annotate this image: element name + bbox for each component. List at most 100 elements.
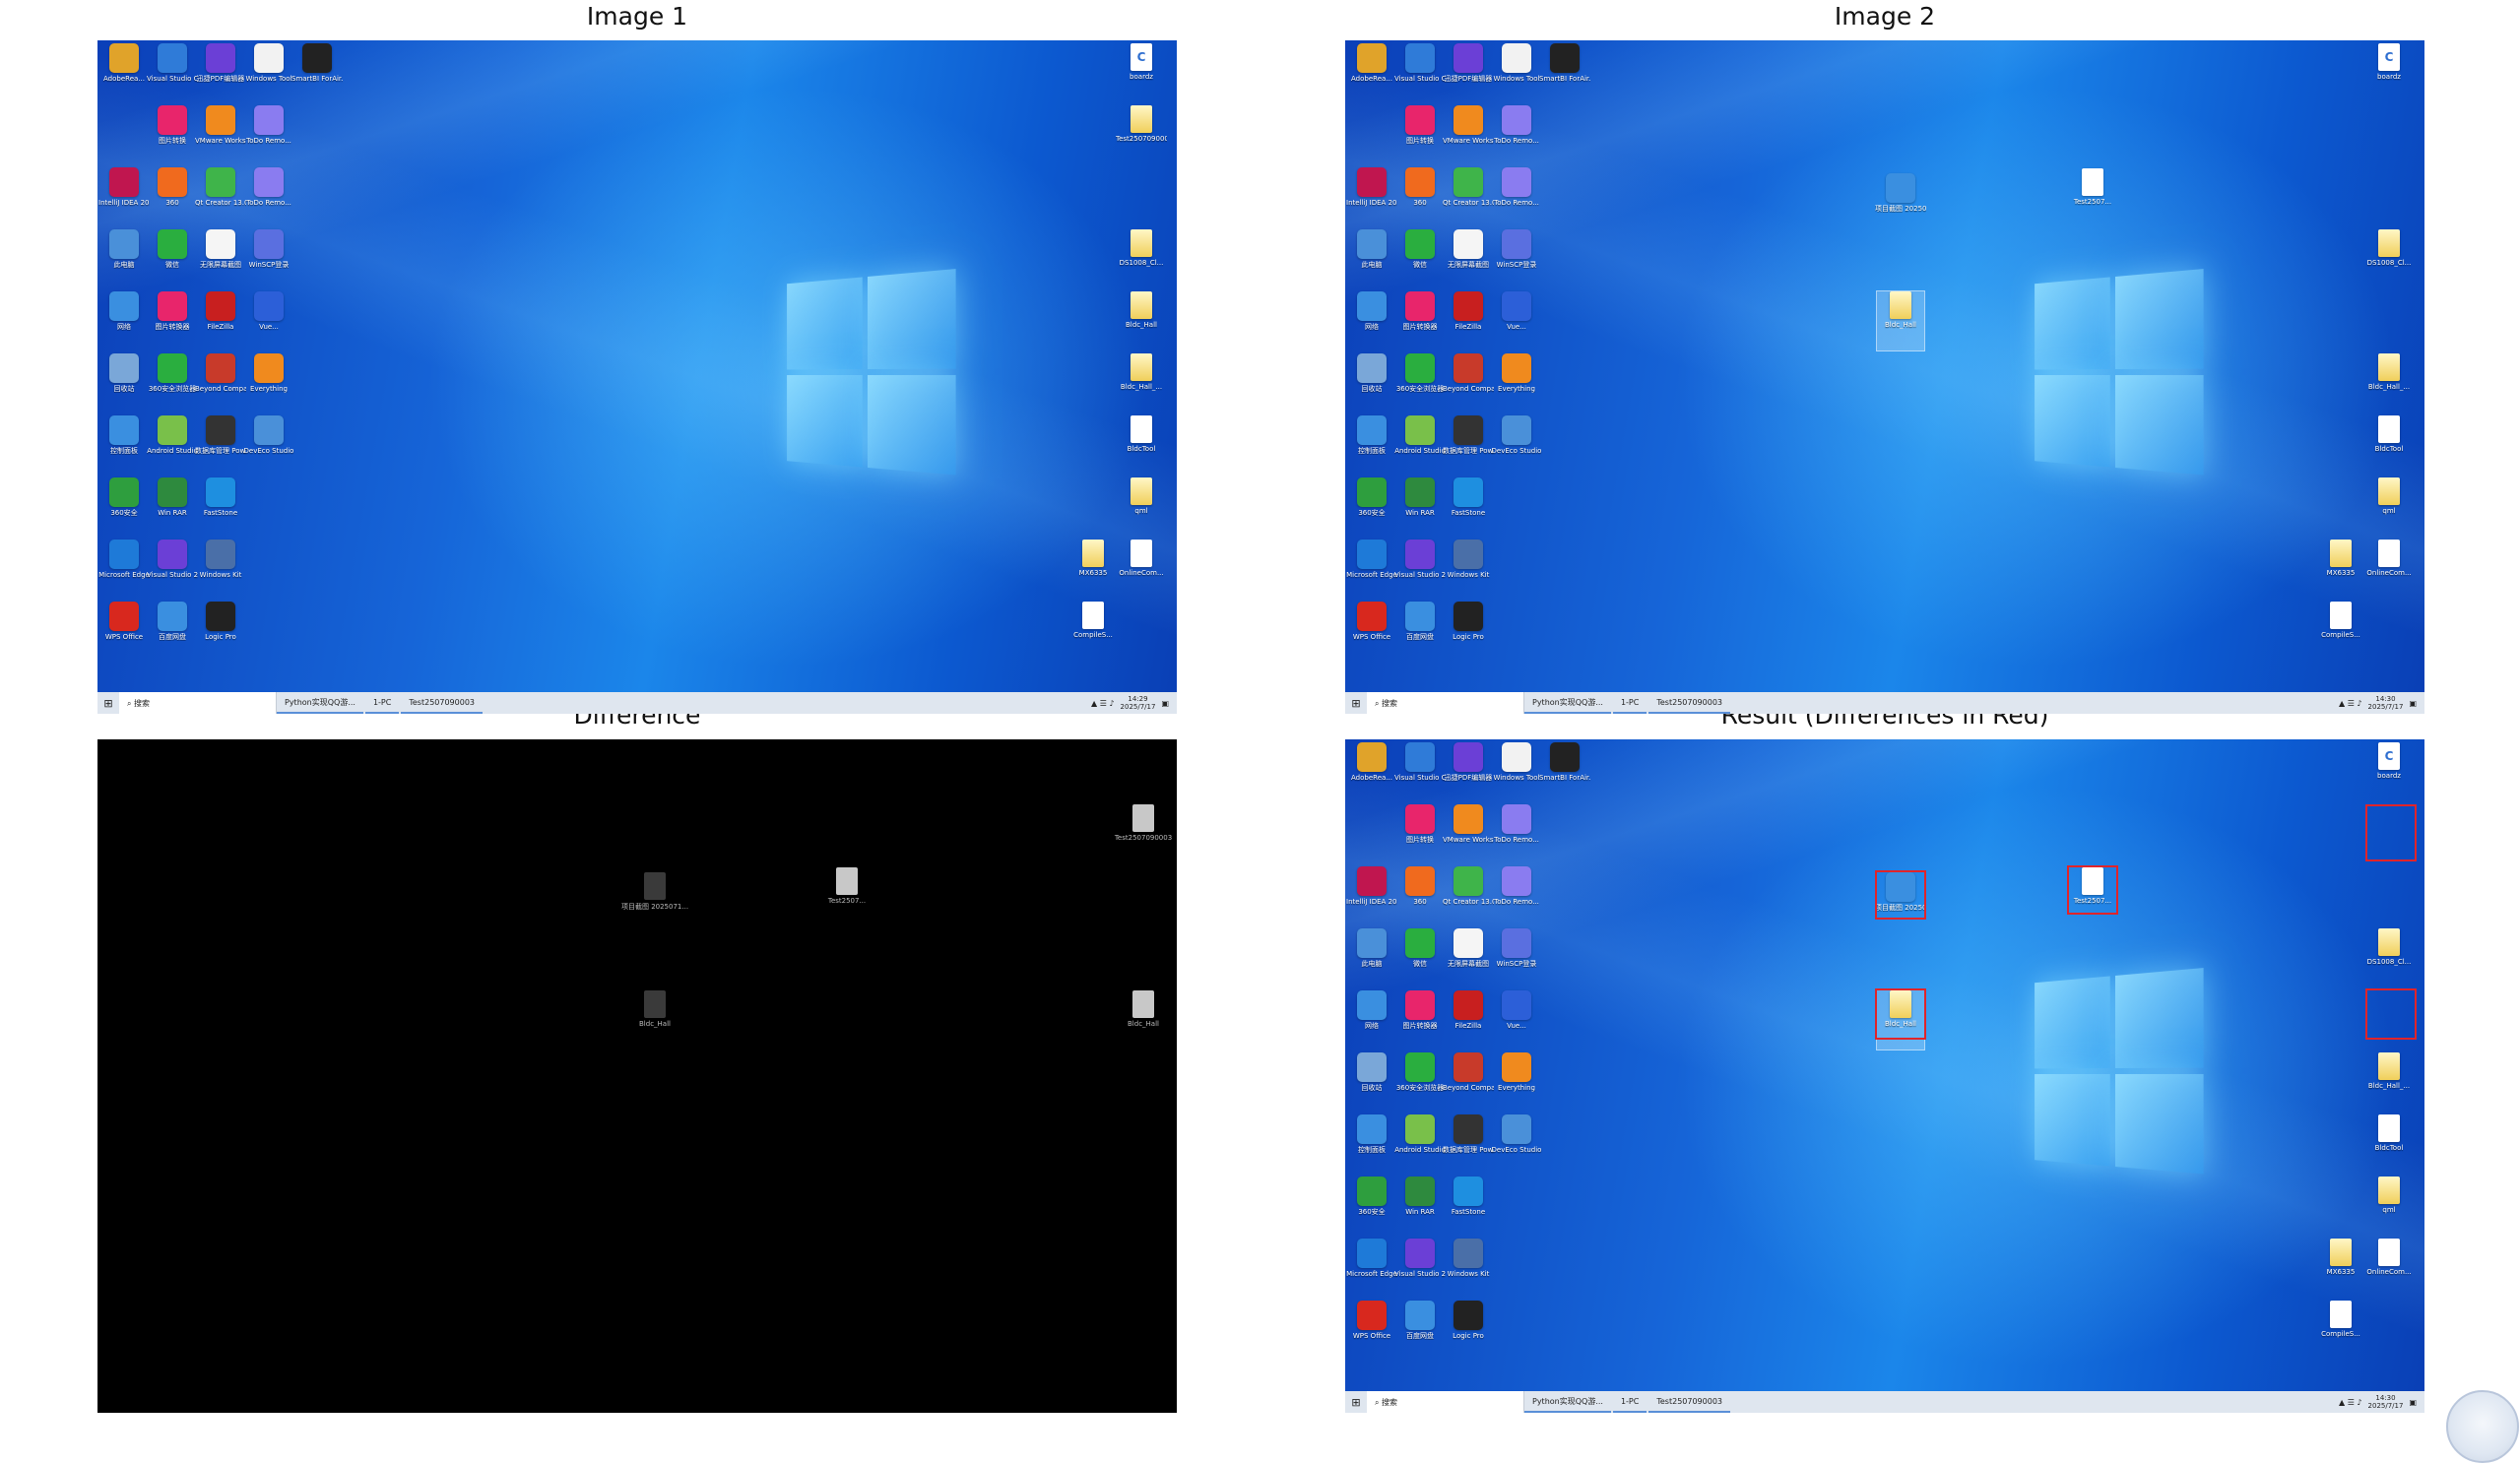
desktop-shortcut[interactable]: IntelliJ IDEA 2023.2 <box>1346 866 1397 925</box>
desktop-shortcut[interactable]: 控制面板 <box>1348 1114 1395 1174</box>
boardz-shortcut[interactable]: Cboardz <box>1118 43 1165 102</box>
desktop-shortcut[interactable]: WPS Office <box>100 602 148 661</box>
moved-test-shortcut[interactable]: Test2507... <box>2069 168 2116 227</box>
taskbar-item-python[interactable]: Python实现QQ游... <box>1524 692 1611 714</box>
tray-icons[interactable]: ▲ ☰ ♪ <box>2339 1398 2362 1407</box>
desktop-shortcut[interactable]: 360安全浏览器 <box>1396 353 1444 413</box>
desktop-shortcut[interactable]: Microsoft Edge <box>1346 540 1397 599</box>
desktop-shortcut[interactable]: Everything <box>1493 1052 1540 1112</box>
desktop-shortcut[interactable]: Beyond Compare <box>1443 1052 1494 1112</box>
moved-bldc-shortcut[interactable]: Bldc_Hall <box>1876 290 1925 351</box>
desktop-shortcut[interactable]: VMware Workstat... <box>195 105 246 164</box>
desktop-shortcut[interactable]: 数据库管理 Power... <box>195 415 246 475</box>
taskbar-item-folder[interactable]: Test2507090003 <box>401 692 483 714</box>
desktop-shortcut[interactable]: Visual Studio Code <box>1394 43 1446 102</box>
desktop-shortcut[interactable]: Android Studio <box>1394 1114 1446 1174</box>
desktop-shortcut[interactable]: AdobeRea... <box>1348 43 1395 102</box>
test-folder-shortcut[interactable]: Test2507090003 <box>1116 105 1167 164</box>
system-tray[interactable]: ▲ ☰ ♪ 14:29 2025/7/17 ▣ <box>1091 695 1177 711</box>
desktop-shortcut[interactable]: WinSCP登录 <box>245 229 292 288</box>
desktop-shortcut[interactable]: 微信 <box>1396 229 1444 288</box>
qml-folder-shortcut[interactable]: qml <box>1118 477 1165 537</box>
online-shortcut[interactable]: OnlineCom... <box>2365 1239 2413 1298</box>
desktop-shortcut[interactable]: Beyond Compare <box>1443 353 1494 413</box>
desktop-shortcut[interactable]: SmartBI ForAir... <box>1539 742 1590 801</box>
start-button[interactable]: ⊞ <box>1345 1396 1367 1409</box>
ds-folder-shortcut[interactable]: DS1008_Cl... <box>2365 229 2413 288</box>
taskbar-item-pc[interactable]: 1-PC <box>364 692 400 714</box>
desktop-shortcut[interactable]: 控制面板 <box>1348 415 1395 475</box>
desktop-shortcut[interactable]: Qt Creator 13.0.0 <box>1443 866 1494 925</box>
desktop-shortcut[interactable]: Visual Studio 2019 <box>1394 1239 1446 1298</box>
boardz-shortcut[interactable]: Cboardz <box>2365 43 2413 102</box>
desktop-shortcut[interactable]: Logic Pro <box>1445 1301 1492 1360</box>
desktop-shortcut[interactable]: AdobeRea... <box>100 43 148 102</box>
desktop-shortcut[interactable]: 图片转换 <box>1396 804 1444 863</box>
desktop-shortcut[interactable]: Win RAR <box>1396 1177 1444 1236</box>
desktop-shortcut[interactable]: Microsoft Edge <box>1346 1239 1397 1298</box>
desktop-shortcut[interactable]: Microsoft Edge <box>98 540 150 599</box>
desktop-shortcut[interactable]: Logic Pro <box>1445 602 1492 661</box>
ds-folder-shortcut[interactable]: DS1008_Cl... <box>2365 928 2413 987</box>
desktop-shortcut[interactable]: VMware Workstat... <box>1443 105 1494 164</box>
bldctool-shortcut[interactable]: BldcTool <box>2365 415 2413 475</box>
desktop-shortcut[interactable]: 360安全 <box>1348 1177 1395 1236</box>
desktop-shortcut[interactable]: 回收站 <box>1348 1052 1395 1112</box>
bldc-hall2-shortcut[interactable]: Bldc_Hall_... <box>2365 1052 2413 1112</box>
tray-icons[interactable]: ▲ ☰ ♪ <box>1091 699 1115 708</box>
taskbar-clock[interactable]: 14:30 2025/7/17 <box>2368 695 2404 711</box>
mx-folder-shortcut[interactable]: MX6335 <box>2317 540 2364 599</box>
moved-screenshot-shortcut[interactable]: 项目截图 2025071... <box>1875 173 1926 232</box>
desktop-shortcut[interactable]: Everything <box>245 353 292 413</box>
mx-folder-shortcut[interactable]: MX6335 <box>2317 1239 2364 1298</box>
desktop-shortcut[interactable]: 无限屏幕截图 <box>197 229 244 288</box>
taskbar-search[interactable]: ⌕ 搜索 <box>1367 1391 1524 1413</box>
desktop-shortcut[interactable]: AdobeRea... <box>1348 742 1395 801</box>
desktop-shortcut[interactable]: 360 <box>1396 167 1444 226</box>
desktop-shortcut[interactable]: 360安全浏览器 <box>149 353 196 413</box>
desktop-shortcut[interactable]: 迅捷PDF编辑器 <box>1445 43 1492 102</box>
desktop-shortcut[interactable]: ToDo Remo... <box>245 167 292 226</box>
compile-shortcut[interactable]: CompileS... <box>1069 602 1117 661</box>
desktop-shortcut[interactable]: 图片转换 <box>149 105 196 164</box>
desktop-shortcut[interactable]: 控制面板 <box>100 415 148 475</box>
desktop-shortcut[interactable]: DevEco Studio <box>1492 415 1541 475</box>
desktop-shortcut[interactable]: WinSCP登录 <box>1493 229 1540 288</box>
taskbar-item-pc[interactable]: 1-PC <box>1612 692 1648 714</box>
desktop-shortcut[interactable]: 360 <box>149 167 196 226</box>
desktop-shortcut[interactable]: Windows Kit <box>197 540 244 599</box>
desktop-shortcut[interactable]: 此电脑 <box>1348 928 1395 987</box>
desktop-shortcut[interactable]: Beyond Compare <box>195 353 246 413</box>
ds-folder-shortcut[interactable]: DS1008_Cl... <box>1118 229 1165 288</box>
desktop-shortcut[interactable]: 微信 <box>1396 928 1444 987</box>
desktop-shortcut[interactable]: Everything <box>1493 353 1540 413</box>
desktop-shortcut[interactable]: 图片转换器 <box>1396 990 1444 1050</box>
desktop-shortcut[interactable]: ToDo Remo... <box>1493 804 1540 863</box>
start-button[interactable]: ⊞ <box>97 697 119 710</box>
desktop-shortcut[interactable]: ToDo Remo... <box>1493 167 1540 226</box>
taskbar-item-python[interactable]: Python实现QQ游... <box>277 692 363 714</box>
desktop-shortcut[interactable]: 图片转换器 <box>1396 291 1444 350</box>
desktop-shortcut[interactable]: 360安全 <box>1348 477 1395 537</box>
taskbar-search[interactable]: ⌕ 搜索 <box>1367 692 1524 714</box>
desktop-shortcut[interactable]: SmartBI ForAir... <box>1539 43 1590 102</box>
system-tray[interactable]: ▲ ☰ ♪ 14:30 2025/7/17 ▣ <box>2339 1394 2424 1410</box>
boardz-shortcut[interactable]: Cboardz <box>2365 742 2413 801</box>
desktop-shortcut[interactable]: Vue... <box>245 291 292 350</box>
desktop-shortcut[interactable]: Visual Studio 2019 <box>1394 540 1446 599</box>
online-shortcut[interactable]: OnlineCom... <box>1118 540 1165 599</box>
desktop-shortcut[interactable]: VMware Workstat... <box>1443 804 1494 863</box>
taskbar-item-pc[interactable]: 1-PC <box>1612 1391 1648 1413</box>
desktop-shortcut[interactable]: 网络 <box>100 291 148 350</box>
desktop-shortcut[interactable]: 百度网盘 <box>149 602 196 661</box>
desktop-shortcut[interactable]: 百度网盘 <box>1396 602 1444 661</box>
desktop-shortcut[interactable]: DevEco Studio <box>244 415 293 475</box>
mx-folder-shortcut[interactable]: MX6335 <box>1069 540 1117 599</box>
desktop-shortcut[interactable]: SmartBI ForAir... <box>291 43 343 102</box>
online-shortcut[interactable]: OnlineCom... <box>2365 540 2413 599</box>
desktop-shortcut[interactable]: 此电脑 <box>1348 229 1395 288</box>
desktop-shortcut[interactable]: 迅捷PDF编辑器 <box>197 43 244 102</box>
start-button[interactable]: ⊞ <box>1345 697 1367 710</box>
desktop-shortcut[interactable]: Logic Pro <box>197 602 244 661</box>
desktop-shortcut[interactable]: FastStone <box>1445 477 1492 537</box>
